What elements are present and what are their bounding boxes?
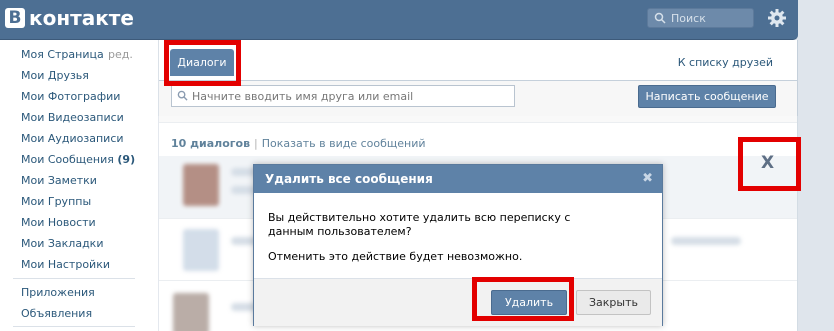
sidebar-item-settings[interactable]: Мои Настройки bbox=[21, 258, 110, 271]
sidebar-item-bookmarks[interactable]: Мои Закладки bbox=[21, 237, 103, 250]
confirm-question: Вы действительно хотите удалить всю пере… bbox=[268, 211, 571, 238]
messages-count-badge: (9) bbox=[117, 153, 136, 166]
vk-logo[interactable]: В контакте bbox=[5, 6, 134, 30]
sidebar-item-ads[interactable]: Объявления bbox=[21, 307, 92, 320]
sidebar-item-audio[interactable]: Мои Аудиозаписи bbox=[21, 132, 124, 145]
search-placeholder: Поиск bbox=[671, 12, 706, 25]
dialog-footer: Удалить Закрыть bbox=[254, 278, 662, 326]
sidebar-divider bbox=[13, 278, 135, 279]
logo-letter: В bbox=[5, 8, 25, 28]
delete-messages-dialog: Удалить все сообщения ✖ Вы действительно… bbox=[253, 164, 663, 326]
gear-icon[interactable] bbox=[767, 8, 787, 31]
dialog-title: Удалить все сообщения bbox=[265, 172, 433, 186]
sidebar-edit-link[interactable]: ред. bbox=[108, 48, 133, 61]
page: В контакте Поиск Моя Страница ред. Мои Д… bbox=[0, 0, 834, 331]
delete-button[interactable]: Удалить bbox=[491, 290, 567, 315]
close-button[interactable]: Закрыть bbox=[576, 290, 651, 315]
sidebar-item-my-page[interactable]: Моя Страница bbox=[21, 48, 104, 61]
friend-search-placeholder: Начните вводить имя друга или email bbox=[192, 90, 414, 103]
sidebar-item-messages[interactable]: Мои Сообщения (9) bbox=[21, 153, 135, 166]
friend-search-input[interactable]: Начните вводить имя друга или email bbox=[171, 85, 515, 107]
top-header: В контакте Поиск bbox=[0, 0, 798, 40]
sidebar-item-apps[interactable]: Приложения bbox=[21, 286, 95, 299]
sidebar-item-photos[interactable]: Мои Фотографии bbox=[21, 90, 120, 103]
sidebar-item-videos[interactable]: Мои Видеозаписи bbox=[21, 111, 124, 124]
sidebar-item-messages-label: Мои Сообщения bbox=[21, 153, 114, 166]
sidebar-item-notes[interactable]: Мои Заметки bbox=[21, 174, 97, 187]
close-icon[interactable]: ✖ bbox=[642, 171, 653, 186]
delete-dialog-x-button[interactable]: X bbox=[761, 153, 774, 173]
tab-bar: Диалоги К списку друзей bbox=[159, 40, 797, 81]
logo-text: контакте bbox=[29, 6, 134, 30]
search-icon bbox=[654, 12, 666, 27]
sidebar-item-news[interactable]: Мои Новости bbox=[21, 216, 96, 229]
tab-dialogs[interactable]: Диалоги bbox=[170, 49, 234, 76]
sidebar-item-friends[interactable]: Мои Друзья bbox=[21, 69, 89, 82]
header-search-input[interactable]: Поиск bbox=[647, 8, 754, 28]
irreversible-warning: Отменить это действие будет невозможно. bbox=[268, 250, 523, 263]
write-message-button[interactable]: Написать сообщение bbox=[638, 85, 776, 108]
search-icon bbox=[177, 90, 188, 104]
friends-list-link[interactable]: К списку друзей bbox=[678, 56, 773, 69]
sidebar-divider bbox=[13, 326, 135, 327]
dialog-header: Удалить все сообщения ✖ bbox=[254, 165, 662, 193]
sidebar-item-groups[interactable]: Мои Группы bbox=[21, 195, 91, 208]
